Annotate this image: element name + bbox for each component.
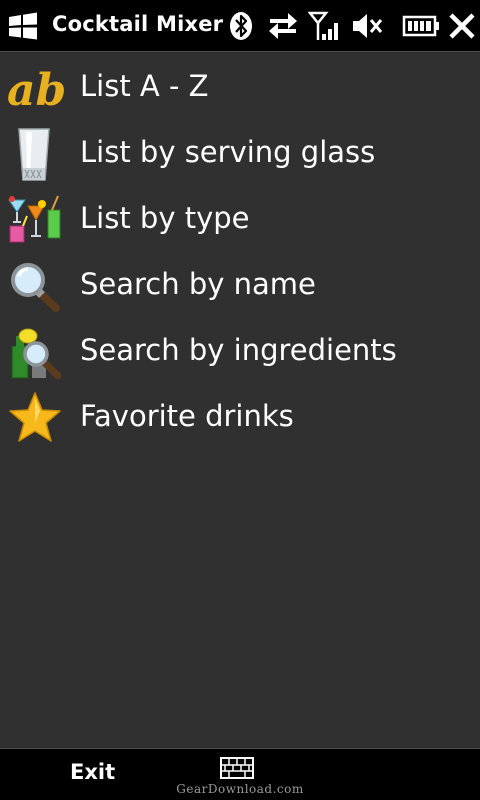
menu-item-search-name[interactable]: Search by name (0, 253, 480, 319)
windows-start-icon[interactable] (6, 11, 40, 41)
menu-item-list-a-z[interactable]: ab List A - Z (0, 55, 480, 121)
menu-item-label: List by type (80, 201, 250, 235)
volume-muted-icon[interactable] (350, 10, 384, 42)
exit-button[interactable]: Exit (70, 760, 115, 784)
battery-icon[interactable] (402, 10, 440, 42)
glass-icon (18, 128, 50, 181)
softkey-bar: Exit GearDownload.com (0, 748, 480, 800)
data-sync-icon[interactable] (266, 10, 300, 42)
menu-item-label: List A - Z (80, 69, 209, 103)
main-menu: ab List A - Z List by serving glass List… (0, 55, 480, 451)
app-title: Cocktail Mixer (52, 12, 224, 36)
title-bar: Cocktail Mixer (0, 0, 480, 52)
menu-item-search-ingredients[interactable]: Search by ingredients (0, 319, 480, 385)
menu-item-label: List by serving glass (80, 135, 376, 169)
svg-text:ab: ab (7, 65, 64, 116)
signal-strength-icon[interactable] (308, 10, 342, 42)
menu-item-favorites[interactable]: Favorite drinks (0, 385, 480, 451)
cocktails-icon (8, 195, 61, 243)
watermark: GearDownload.com (176, 782, 304, 796)
close-icon[interactable] (448, 10, 476, 42)
menu-item-label: Favorite drinks (80, 399, 294, 433)
menu-item-by-type[interactable]: List by type (0, 187, 480, 253)
magnifier-icon (11, 263, 60, 312)
star-icon (9, 392, 61, 442)
bluetooth-icon[interactable] (228, 10, 254, 42)
ingredients-search-icon (11, 328, 62, 380)
menu-item-label: Search by ingredients (80, 333, 397, 367)
menu-item-serving-glass[interactable]: List by serving glass (0, 121, 480, 187)
keyboard-icon[interactable] (220, 757, 254, 779)
menu-item-label: Search by name (80, 267, 316, 301)
ab-letters-icon: ab (7, 65, 64, 116)
